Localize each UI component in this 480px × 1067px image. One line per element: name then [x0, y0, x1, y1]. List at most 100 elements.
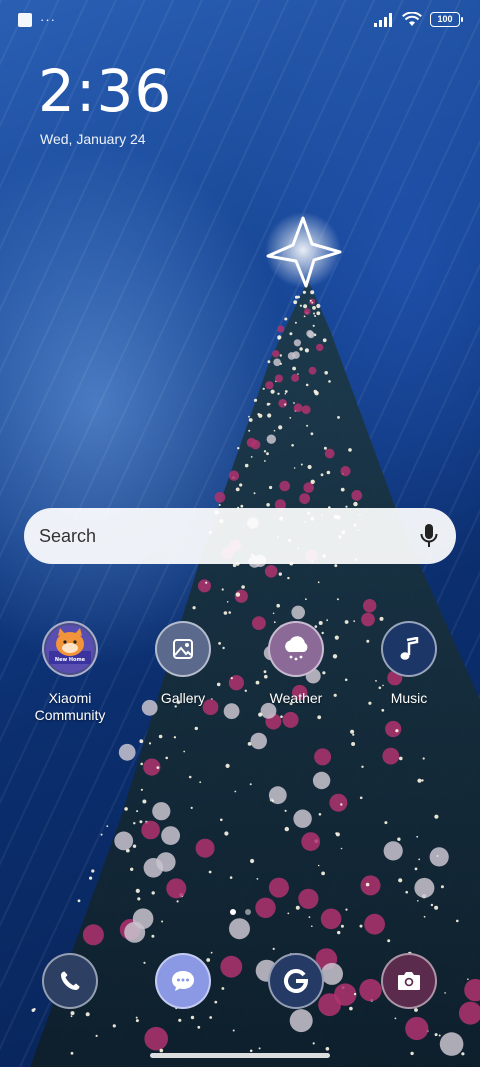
tree-light: [139, 820, 143, 824]
tree-light: [289, 1009, 313, 1033]
tree-light: [334, 564, 338, 568]
tree-light: [253, 398, 258, 402]
tree-light: [274, 374, 283, 383]
tree-light: [312, 324, 315, 327]
clock-date[interactable]: Wed, January 24: [40, 131, 146, 147]
tree-light: [434, 1033, 438, 1037]
tree-light: [135, 888, 140, 894]
tree-light: [434, 814, 439, 819]
tree-light: [405, 1016, 429, 1041]
tree-light: [334, 983, 357, 1006]
tree-light: [351, 490, 363, 501]
tree-light: [353, 992, 357, 996]
tree-light: [293, 809, 312, 828]
tree-light: [280, 715, 283, 718]
tree-light: [284, 317, 288, 321]
tree-light: [173, 736, 177, 739]
tree-light: [298, 888, 319, 909]
tree-light: [232, 1029, 235, 1032]
tree-light: [306, 330, 314, 337]
clock-time[interactable]: 2:36: [38, 60, 172, 122]
tree-light: [444, 992, 446, 994]
tree-light: [430, 903, 434, 907]
tree-light: [226, 601, 229, 603]
tree-light: [218, 504, 221, 506]
app-gallery[interactable]: Gallery: [128, 621, 238, 707]
tree-light: [135, 1016, 138, 1019]
tree-light: [289, 417, 292, 419]
tree-light: [293, 339, 301, 347]
tree-light: [278, 425, 283, 430]
tree-light: [359, 924, 363, 928]
tree-light: [395, 729, 399, 733]
app-music[interactable]: Music: [354, 621, 464, 707]
app-xiaomi-community[interactable]: New Home Xiaomi Community: [15, 621, 125, 724]
tree-light: [309, 299, 312, 302]
tree-light: [293, 403, 303, 413]
microphone-icon[interactable]: [416, 523, 442, 549]
tree-light: [289, 332, 293, 336]
tree-light: [308, 916, 311, 918]
tree-light: [310, 290, 315, 295]
tree-light: [397, 837, 401, 841]
tree-light: [244, 463, 249, 468]
dock-google[interactable]: [268, 953, 324, 1009]
tree-light: [223, 611, 228, 615]
tree-light: [273, 429, 276, 432]
search-bar[interactable]: Search: [24, 508, 456, 564]
tree-light: [429, 847, 449, 867]
tree-light: [273, 358, 281, 367]
tree-light: [324, 448, 335, 459]
tree-light: [70, 1051, 74, 1055]
tree-light: [152, 802, 171, 821]
tree-light: [139, 739, 144, 744]
app-label: Music: [390, 690, 428, 706]
tree-light: [277, 337, 280, 340]
tree-light: [210, 951, 213, 954]
status-bar: ··· 100: [0, 0, 480, 40]
tree-light: [249, 1049, 253, 1053]
tree-light: [359, 978, 382, 1002]
tree-light: [114, 831, 134, 851]
tree-light: [235, 592, 241, 597]
tree-light: [250, 456, 253, 458]
tree-light: [417, 900, 419, 902]
tree-light: [118, 743, 136, 761]
search-placeholder[interactable]: Search: [39, 526, 416, 547]
tree-light: [272, 350, 280, 358]
tree-light: [325, 1047, 330, 1051]
tree-light: [284, 826, 289, 832]
tree-light: [206, 958, 211, 962]
tree-light: [301, 405, 311, 415]
tree-light: [263, 450, 267, 453]
tree-light: [192, 606, 196, 610]
tree-light: [268, 403, 271, 405]
app-label: Gallery: [160, 690, 206, 706]
tree-light: [82, 924, 104, 946]
tree-light: [144, 1026, 168, 1051]
home-indicator[interactable]: [150, 1053, 330, 1058]
tree-light: [143, 961, 146, 964]
dock-messages[interactable]: [155, 953, 211, 1009]
gallery-icon: [155, 621, 211, 677]
notification-square-icon: [18, 13, 32, 27]
tree-light: [248, 415, 250, 418]
tree-light: [89, 876, 93, 880]
app-weather[interactable]: Weather: [241, 621, 351, 707]
dock-camera[interactable]: [381, 953, 437, 1009]
tree-light: [133, 822, 136, 825]
tree-light: [279, 354, 282, 357]
tree-light: [423, 915, 426, 918]
signal-icon: [374, 12, 392, 27]
tree-light: [284, 390, 288, 393]
tree-light: [348, 448, 352, 452]
tree-light: [302, 290, 306, 294]
tree-light: [317, 581, 320, 584]
tree-light: [297, 373, 299, 375]
tree-light: [317, 864, 320, 867]
tree-light: [297, 295, 300, 299]
tree-light: [292, 366, 296, 371]
tree-light: [438, 1034, 441, 1037]
dock-phone[interactable]: [42, 953, 98, 1009]
tree-light: [228, 470, 240, 481]
